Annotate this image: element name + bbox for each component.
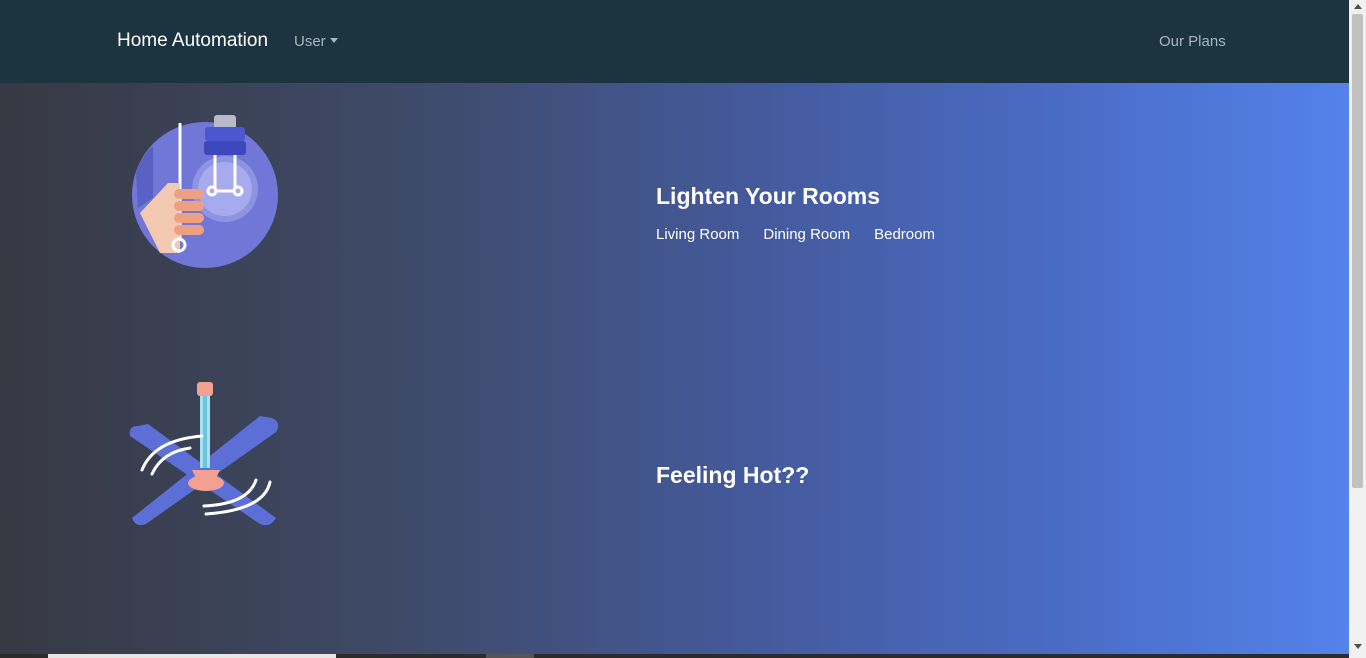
vertical-scrollbar[interactable] [1349,0,1366,658]
horizontal-scrollbar-thumb[interactable] [48,654,336,658]
navbar: Home Automation User Our Plans [0,0,1349,83]
horizontal-scrollbar[interactable] [0,654,1349,658]
room-link-bedroom[interactable]: Bedroom [874,226,935,244]
scroll-up-arrow-icon[interactable] [1354,4,1362,9]
light-bulb-icon [132,115,278,268]
fan-section-title: Feeling Hot?? [656,462,810,488]
brand-link[interactable]: Home Automation [117,29,268,53]
caret-down-icon [329,38,338,43]
user-dropdown[interactable]: User [294,32,338,52]
lights-section-title: Lighten Your Rooms [656,183,881,209]
room-link-dining-room[interactable]: Dining Room [763,226,850,244]
scroll-down-arrow-icon[interactable] [1354,644,1362,649]
user-dropdown-label: User [294,33,326,50]
horizontal-scrollbar-marker [486,654,534,658]
room-links: Living Room Dining Room Bedroom [656,226,935,244]
ceiling-fan-icon [129,382,279,526]
room-link-living-room[interactable]: Living Room [656,226,739,244]
our-plans-link[interactable]: Our Plans [1159,32,1226,52]
scrollbar-thumb[interactable] [1352,14,1363,488]
